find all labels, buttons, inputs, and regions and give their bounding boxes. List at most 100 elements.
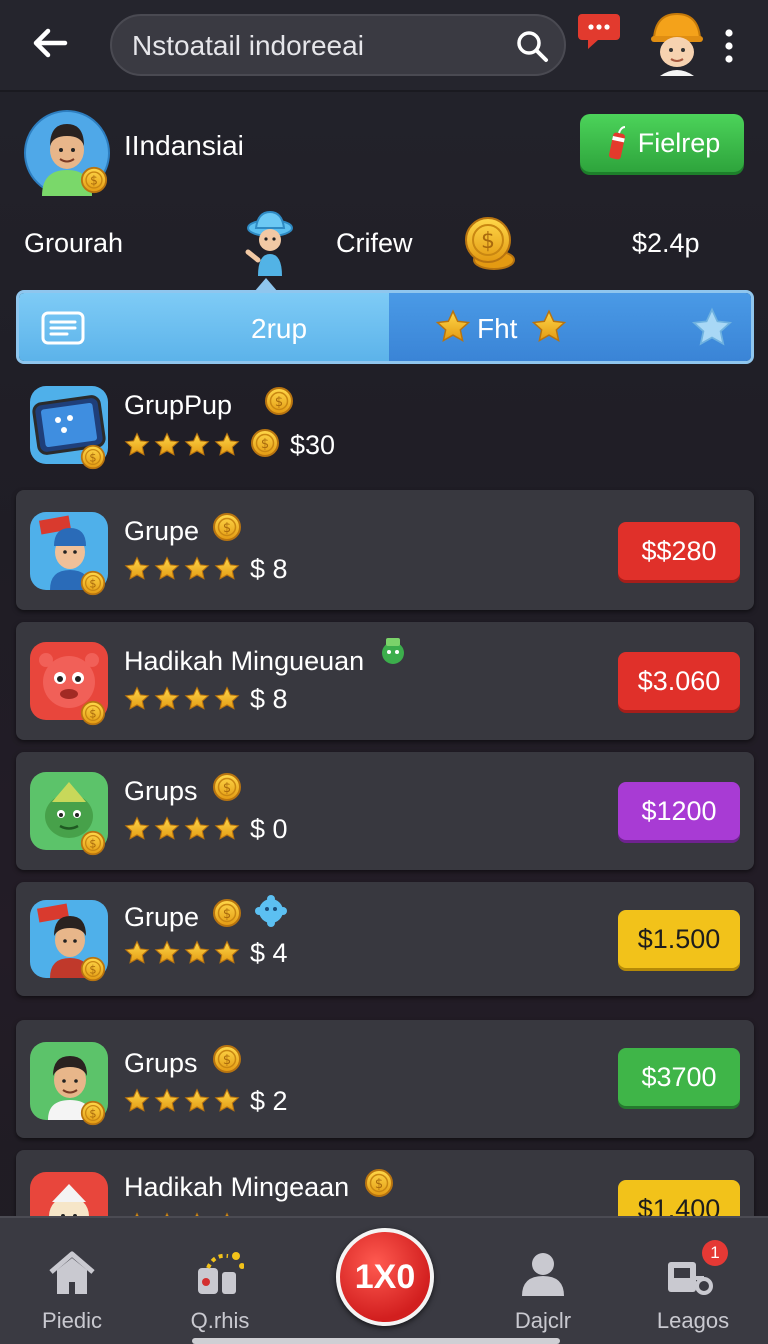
blue-star-icon[interactable]: [691, 307, 733, 349]
profile-name: IIndansiai: [124, 130, 244, 161]
list-item[interactable]: Grups $ 2 $3700: [16, 1020, 754, 1138]
coin-badge-icon: [80, 1100, 106, 1126]
star-icon: [124, 556, 150, 582]
star-icon: [214, 432, 240, 458]
price-button[interactable]: $3.060: [618, 652, 740, 710]
item-title: Grups: [124, 1048, 198, 1078]
tab-group[interactable]: 2rup: [19, 293, 389, 361]
user-avatar[interactable]: [648, 8, 706, 76]
home-icon: [49, 1251, 95, 1294]
star-icon: [214, 1088, 240, 1114]
coin-icon: [212, 1044, 242, 1074]
star-icon: [435, 309, 471, 345]
star-icon: [214, 686, 240, 712]
item-amount: $ 0: [250, 814, 288, 844]
coin-icon: [364, 1168, 394, 1198]
price-button[interactable]: $1200: [618, 782, 740, 840]
nav-item-tools[interactable]: Q.rhis: [144, 1218, 296, 1344]
coin-badge-icon: [80, 444, 106, 470]
price-button[interactable]: $$280: [618, 522, 740, 580]
item-amount: $ 2: [250, 1086, 288, 1116]
star-icon: [214, 816, 240, 842]
star-icon: [124, 432, 150, 458]
coin-badge-icon: [80, 570, 106, 596]
rating-stars: [124, 940, 240, 966]
coin-icon: [212, 512, 242, 542]
coin-badge-icon: [80, 700, 106, 726]
home-indicator[interactable]: [192, 1338, 560, 1344]
item-title: GrupPup: [124, 390, 233, 420]
person-icon: [522, 1253, 564, 1296]
tab-group-label: 2rup: [251, 313, 308, 344]
tab-featured[interactable]: Fht: [389, 293, 751, 361]
rating-stars: [124, 432, 240, 458]
chat-icon[interactable]: [576, 10, 622, 52]
price-button[interactable]: $3700: [618, 1048, 740, 1106]
star-icon: [531, 309, 567, 345]
svg-text:$: $: [481, 229, 495, 254]
rating-stars: [124, 816, 240, 842]
tools-icon: [198, 1252, 244, 1294]
center-action-button[interactable]: 1X0: [336, 1228, 434, 1326]
star-icon: [154, 686, 180, 712]
list-item[interactable]: Grupe $ 4 $1.500: [16, 882, 754, 996]
price-button[interactable]: $1.500: [618, 910, 740, 968]
arrow-left-icon: [33, 28, 68, 58]
profile-avatar[interactable]: [24, 110, 110, 196]
item-title: Grupe: [124, 902, 200, 932]
nav-item-leagues[interactable]: Leagos: [618, 1218, 768, 1344]
item-amount: $30: [290, 430, 336, 460]
search-icon[interactable]: [514, 28, 550, 64]
top-app-bar: Nstoatail indoreeai: [0, 0, 768, 92]
item-title: Hadikah Mingeaan: [124, 1172, 350, 1202]
star-icon: [184, 432, 210, 458]
tab-bar: 2rup Fht: [16, 290, 754, 364]
list-item[interactable]: Hadikah Mingueuan $ 8 $3.060: [16, 622, 754, 740]
list-item[interactable]: GrupPup $30: [16, 378, 754, 482]
nav-label: Leagos: [656, 1308, 730, 1333]
coin-badge-icon: [80, 956, 106, 982]
item-title: Grups: [124, 776, 198, 806]
nav-label: Dajclr: [514, 1308, 572, 1333]
star-icon: [214, 556, 240, 582]
back-button[interactable]: [24, 18, 74, 68]
profile-action-button[interactable]: Fielrep: [580, 114, 744, 172]
item-title: Grupe: [124, 516, 200, 546]
star-icon: [184, 940, 210, 966]
star-icon: [184, 686, 210, 712]
firecracker-icon: [608, 126, 625, 160]
star-icon: [154, 556, 180, 582]
star-icon: [154, 816, 180, 842]
stat-left-label: Grourah: [24, 228, 124, 258]
item-title: Hadikah Mingueuan: [124, 646, 365, 676]
blue-gem-icon: [255, 895, 287, 927]
rating-stars: [124, 556, 240, 582]
list-item[interactable]: Grupe $ 8 $$280: [16, 490, 754, 610]
stat-right-value: $2.4p: [632, 228, 700, 258]
coin-badge-icon: [80, 830, 106, 856]
character-figure-icon: [245, 210, 293, 276]
coin-icon: [212, 898, 242, 928]
star-icon: [184, 816, 210, 842]
star-icon: [124, 686, 150, 712]
rating-stars: [124, 1088, 240, 1114]
center-action-label: 1X0: [354, 1257, 416, 1296]
list-item[interactable]: Grups $ 0 $1200: [16, 752, 754, 870]
coin-stack-icon: [264, 386, 294, 416]
list-icon: [41, 311, 85, 345]
coin-stack-icon: [250, 428, 280, 458]
star-icon: [124, 816, 150, 842]
nav-item-home[interactable]: Piedic: [0, 1218, 144, 1344]
coin-stack-icon: $: [465, 217, 515, 270]
notification-badge: 1: [702, 1240, 728, 1266]
nav-label: Piedic: [42, 1308, 102, 1333]
star-icon: [154, 1088, 180, 1114]
coin-icon: [212, 772, 242, 802]
search-input[interactable]: Nstoatail indoreeai: [110, 14, 566, 76]
profile-action-label: Fielrep: [637, 127, 721, 158]
nav-item-profile[interactable]: Dajclr: [468, 1218, 618, 1344]
rating-stars: [124, 686, 240, 712]
nav-label: Q.rhis: [190, 1308, 250, 1333]
item-amount: $ 8: [250, 554, 288, 584]
more-vertical-icon[interactable]: [718, 26, 740, 66]
